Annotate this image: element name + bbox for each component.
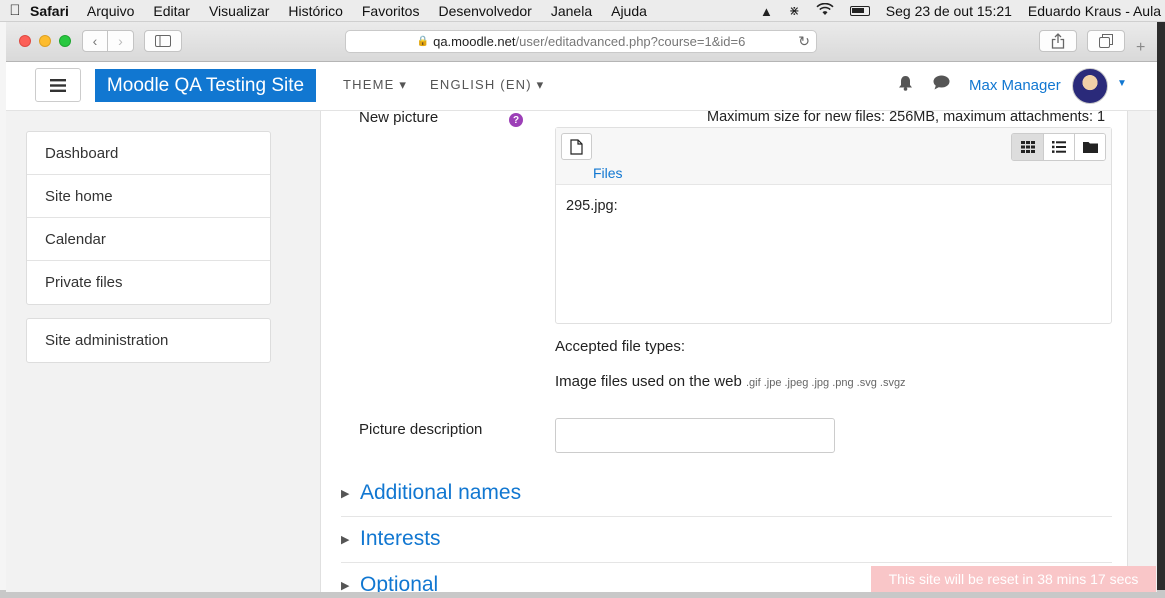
accepted-types-label: Accepted file types: bbox=[555, 338, 686, 355]
address-bar[interactable]: 🔒 qa.moodle.net /user/editadvanced.php?c… bbox=[345, 30, 817, 53]
section-additional-names[interactable]: ▶ Additional names bbox=[341, 481, 1112, 517]
new-picture-label: New picture bbox=[359, 109, 439, 126]
view-mode-toggle bbox=[1011, 133, 1106, 161]
max-size-text: Maximum size for new files: 256MB, maxim… bbox=[707, 109, 1106, 125]
drawer-item-dashboard[interactable]: Dashboard bbox=[27, 132, 270, 175]
avatar[interactable] bbox=[1072, 68, 1108, 104]
picture-description-label: Picture description bbox=[359, 421, 483, 438]
user-menu-name[interactable]: Max Manager bbox=[969, 77, 1061, 94]
desktop-right-edge bbox=[1157, 22, 1165, 598]
nav-drawer-main-block: Dashboard Site home Calendar Private fil… bbox=[26, 131, 271, 305]
battery-icon[interactable] bbox=[849, 6, 870, 16]
nav-drawer-admin-block: Site administration bbox=[26, 318, 271, 363]
theme-menu[interactable]: THEME ▾ bbox=[343, 77, 407, 93]
accepted-types-extensions: .gif .jpe .jpeg .jpg .png .svg .svgz bbox=[745, 377, 906, 389]
menubar-datetime[interactable]: Seg 23 de out 15:21 bbox=[886, 3, 1012, 19]
menu-app-name[interactable]: Safari bbox=[30, 3, 69, 19]
menu-desenvolvedor[interactable]: Desenvolvedor bbox=[438, 3, 531, 19]
file-manager: Files 295.jpg: bbox=[555, 127, 1112, 324]
accepted-types-text: Image files used on the web bbox=[555, 373, 742, 390]
main-region: New picture ? Maximum size for new files… bbox=[291, 109, 1157, 592]
show-tabs-button[interactable] bbox=[1087, 30, 1125, 52]
file-manager-toolbar: Files bbox=[556, 128, 1111, 185]
tabs-icon bbox=[1099, 34, 1113, 48]
file-item[interactable]: 295.jpg: bbox=[566, 198, 618, 214]
url-path: /user/editadvanced.php?course=1&id=6 bbox=[515, 34, 746, 49]
history-nav: ‹ › bbox=[82, 30, 134, 52]
site-brand-link[interactable]: Moodle QA Testing Site bbox=[95, 69, 316, 102]
drawer-item-private-files[interactable]: Private files bbox=[27, 261, 270, 304]
theme-menu-label: THEME bbox=[343, 77, 395, 92]
menubar-status-area: ▲ ⋇ Seg 23 de out 15:21 Eduardo Kraus - … bbox=[760, 0, 1165, 22]
caret-down-icon: ▾ bbox=[399, 77, 408, 92]
messages-chat-icon[interactable] bbox=[933, 75, 950, 95]
section-title[interactable]: Additional names bbox=[360, 481, 521, 505]
forward-button[interactable]: › bbox=[108, 30, 134, 52]
menu-ajuda[interactable]: Ajuda bbox=[611, 3, 647, 19]
edit-profile-form: New picture ? Maximum size for new files… bbox=[320, 109, 1128, 592]
sidebar-toggle-button[interactable] bbox=[144, 30, 182, 52]
caret-down-icon: ▾ bbox=[536, 77, 545, 92]
menu-favoritos[interactable]: Favoritos bbox=[362, 3, 420, 19]
notifications-bell-icon[interactable] bbox=[898, 75, 913, 96]
safari-window: ‹ › 🔒 qa.moodle.net /user/editadvanced.p… bbox=[6, 22, 1157, 592]
expand-arrow-icon: ▶ bbox=[341, 488, 350, 500]
apple-icon[interactable]:  bbox=[0, 2, 30, 19]
expand-arrow-icon: ▶ bbox=[341, 534, 350, 546]
menu-visualizar[interactable]: Visualizar bbox=[209, 3, 269, 19]
drive-icon[interactable]: ▲ bbox=[760, 4, 773, 19]
menu-editar[interactable]: Editar bbox=[153, 3, 190, 19]
user-menu-caret-icon[interactable]: ▼ bbox=[1117, 78, 1127, 89]
wifi-icon[interactable] bbox=[816, 2, 834, 19]
language-menu[interactable]: ENGLISH (EN) ▾ bbox=[430, 77, 544, 93]
expand-arrow-icon: ▶ bbox=[341, 580, 350, 592]
grid-view-icon[interactable] bbox=[1012, 134, 1043, 160]
minimize-window-button[interactable] bbox=[39, 35, 51, 47]
zoom-window-button[interactable] bbox=[59, 35, 71, 47]
reload-icon[interactable]: ↻ bbox=[798, 33, 810, 50]
bluetooth-icon[interactable]: ⋇ bbox=[789, 3, 800, 19]
menubar-user[interactable]: Eduardo Kraus - Aula bbox=[1028, 3, 1161, 19]
menu-historico[interactable]: Histórico bbox=[288, 3, 342, 19]
language-menu-label: ENGLISH (EN) bbox=[430, 77, 532, 92]
menu-arquivo[interactable]: Arquivo bbox=[87, 3, 134, 19]
file-manager-path[interactable]: Files bbox=[593, 165, 623, 181]
section-title[interactable]: Optional bbox=[360, 573, 438, 592]
file-icon bbox=[570, 138, 583, 155]
menu-janela[interactable]: Janela bbox=[551, 3, 592, 19]
safari-toolbar: ‹ › 🔒 qa.moodle.net /user/editadvanced.p… bbox=[6, 22, 1157, 62]
help-icon[interactable]: ? bbox=[509, 113, 523, 127]
list-view-icon[interactable] bbox=[1043, 134, 1074, 160]
share-button[interactable] bbox=[1039, 30, 1077, 52]
folder-view-icon[interactable] bbox=[1074, 134, 1105, 160]
hamburger-icon bbox=[50, 78, 66, 92]
nav-drawer: Dashboard Site home Calendar Private fil… bbox=[6, 111, 291, 592]
drawer-toggle-button[interactable] bbox=[35, 68, 81, 102]
drawer-item-site-administration[interactable]: Site administration bbox=[27, 319, 270, 362]
picture-description-input[interactable] bbox=[555, 418, 835, 453]
section-interests[interactable]: ▶ Interests bbox=[341, 527, 1112, 563]
macos-menubar:  Safari Arquivo Editar Visualizar Histó… bbox=[0, 0, 1165, 22]
back-button[interactable]: ‹ bbox=[82, 30, 108, 52]
new-tab-icon[interactable]: + bbox=[1136, 39, 1145, 57]
url-host: qa.moodle.net bbox=[433, 34, 516, 49]
close-window-button[interactable] bbox=[19, 35, 31, 47]
accepted-types-desc: Image files used on the web .gif .jpe .j… bbox=[555, 373, 906, 390]
site-reset-banner: This site will be reset in 38 mins 17 se… bbox=[871, 566, 1156, 592]
moodle-navbar: Moodle QA Testing Site THEME ▾ ENGLISH (… bbox=[6, 62, 1157, 111]
sidebar-icon bbox=[155, 35, 171, 47]
section-title[interactable]: Interests bbox=[360, 527, 441, 551]
add-file-button[interactable] bbox=[561, 133, 592, 160]
drawer-item-calendar[interactable]: Calendar bbox=[27, 218, 270, 261]
drawer-item-site-home[interactable]: Site home bbox=[27, 175, 270, 218]
lock-icon: 🔒 bbox=[416, 36, 430, 47]
share-icon bbox=[1051, 33, 1065, 49]
